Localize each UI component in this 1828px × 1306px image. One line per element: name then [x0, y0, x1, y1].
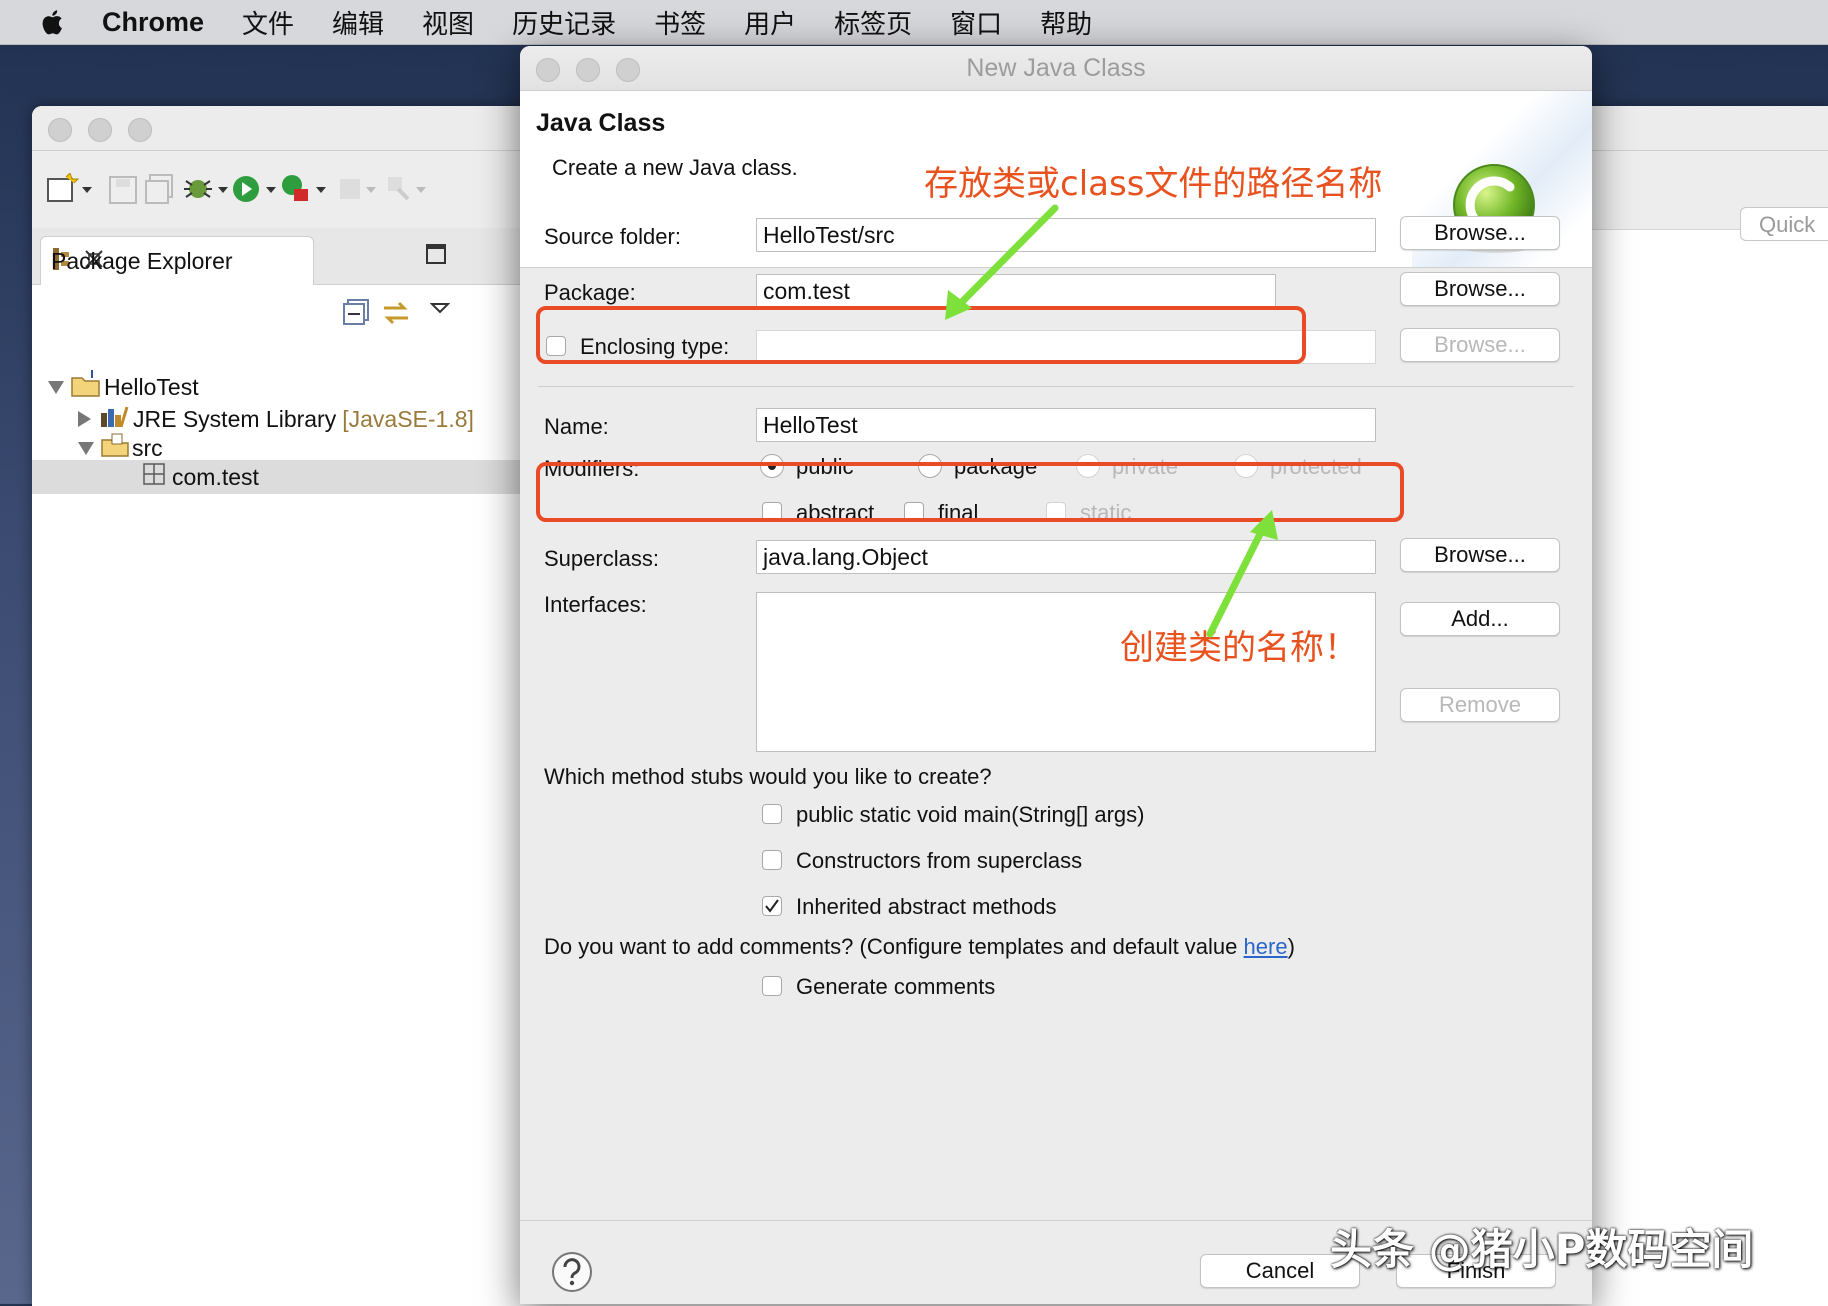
tree-label-jre: JRE System Library [133, 405, 337, 432]
save-icon[interactable] [108, 173, 138, 210]
java-project-icon [70, 370, 102, 404]
expand-toggle-icon[interactable] [78, 411, 91, 427]
save-all-icon[interactable] [144, 173, 174, 210]
tree-label-src: src [132, 434, 163, 461]
arrow-to-package-field [945, 204, 1059, 320]
stop-icon[interactable] [336, 173, 376, 210]
next-annotation-icon[interactable] [384, 173, 428, 210]
menu-people[interactable]: 用户 [744, 4, 796, 41]
menu-history[interactable]: 历史记录 [512, 4, 616, 41]
run-external-tools-icon[interactable] [280, 173, 326, 210]
link-with-editor-icon[interactable] [380, 298, 412, 333]
new-icon[interactable] [46, 172, 92, 210]
tree-label-jre-version: [JavaSE-1.8] [342, 405, 474, 432]
watermark: 头条 @猪小P数码空间 [1330, 1225, 1754, 1274]
minimize-window-button[interactable] [88, 118, 112, 142]
run-icon[interactable] [230, 173, 276, 210]
menu-view[interactable]: 视图 [422, 4, 474, 41]
close-window-button[interactable] [48, 118, 72, 142]
tab-package-explorer[interactable]: Package Explorer [40, 236, 314, 285]
menu-edit[interactable]: 编辑 [332, 4, 384, 41]
tree-item-project[interactable]: HelloTest [32, 370, 199, 404]
menu-file[interactable]: 文件 [242, 4, 294, 41]
package-explorer-tabbar: Package Explorer [32, 228, 522, 285]
view-menu-icon[interactable] [429, 300, 451, 321]
tree-item-package[interactable]: com.test [32, 460, 522, 494]
tree-label-project: HelloTest [104, 373, 199, 400]
quick-access-field[interactable]: Quick [1740, 207, 1828, 241]
menu-bar: Chrome 文件 编辑 视图 历史记录 书签 用户 标签页 窗口 帮助 [0, 0, 1828, 45]
zoom-window-button[interactable] [128, 118, 152, 142]
new-java-class-dialog: New Java Class Java Class Create a new J… [520, 46, 1592, 1304]
apple-icon[interactable] [36, 7, 66, 37]
annotation-arrows [945, 204, 1278, 638]
menu-tabs[interactable]: 标签页 [834, 4, 912, 41]
expand-toggle-icon[interactable] [78, 441, 94, 455]
package-explorer-panel: Package Explorer HelloTest JRE System Li… [32, 228, 522, 1306]
expand-toggle-icon[interactable] [48, 380, 64, 394]
menu-help[interactable]: 帮助 [1040, 4, 1092, 41]
menu-window[interactable]: 窗口 [950, 4, 1002, 41]
package-explorer-tab-label: Package Explorer [51, 247, 233, 274]
menu-bookmarks[interactable]: 书签 [654, 4, 706, 41]
arrow-to-name-field [1206, 510, 1278, 638]
menu-app-name[interactable]: Chrome [102, 7, 204, 38]
tree-label-package: com.test [172, 463, 259, 490]
collapse-all-icon[interactable] [342, 298, 370, 331]
package-icon [142, 462, 166, 492]
debug-icon[interactable] [182, 173, 228, 210]
maximize-view-icon[interactable] [426, 244, 446, 269]
